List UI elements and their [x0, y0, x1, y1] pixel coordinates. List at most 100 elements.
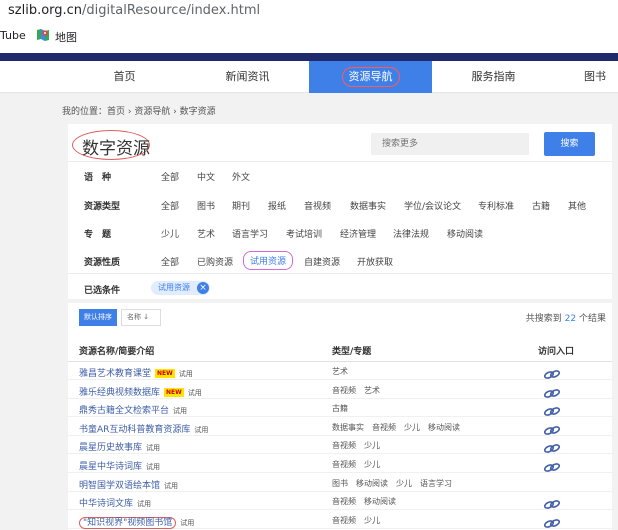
new-badge: NEW [164, 387, 184, 397]
maps-icon [37, 29, 49, 41]
trial-tag: 试用 [194, 425, 209, 434]
trial-tag: 试用 [178, 370, 193, 378]
address-bar[interactable]: szlib.org.cn/digitalResource/index.html [0, 0, 618, 22]
resource-name: 雅乐经典视频数据库 [79, 387, 161, 398]
filter-option[interactable]: 少儿 [161, 227, 179, 240]
filter-option[interactable]: 经济管理 [340, 227, 376, 240]
filter-option[interactable]: 其他 [568, 199, 586, 212]
link-icon[interactable] [543, 402, 561, 417]
filter-option[interactable]: 全部 [161, 255, 179, 268]
filter-option[interactable]: 图书 [197, 199, 215, 212]
resource-name-link[interactable]: 雅昌艺术教育课堂 NEW 试用 [79, 366, 193, 379]
filter-option[interactable]: 音视频 [304, 199, 331, 212]
divider [68, 161, 612, 162]
filter-option[interactable]: 古籍 [532, 199, 550, 212]
resource-type: 数据事实 音视频 少儿 移动阅读 [332, 422, 460, 432]
filter-option[interactable]: 报纸 [268, 199, 286, 212]
search-button[interactable]: 搜索 [544, 132, 595, 156]
resource-type: 音视频 少儿 [332, 441, 380, 451]
resource-type: 音视频 移动阅读 [332, 497, 396, 507]
bookmarks-bar: Tube 地图 [0, 24, 618, 46]
result-count: 共搜索到 22 个结果 [525, 314, 606, 324]
link-icon[interactable] [543, 365, 561, 379]
table-row: 雅乐经典视频数据库 NEW 试用 音视频 艺术 [68, 381, 612, 399]
main-nav: 首页 新闻资讯 资源导航 服务指南 图书 [0, 61, 618, 93]
page-title: 数字资源 [82, 139, 150, 159]
filter-option[interactable]: 外文 [232, 170, 250, 183]
filter-option[interactable]: 移动阅读 [447, 227, 483, 240]
filter-label-language: 语 种 [84, 173, 112, 183]
resource-name: 鼎秀古籍全文检索平台 [79, 406, 170, 417]
table-row: 晨星历史故事库 试用 音视频 少儿 [68, 436, 612, 455]
filter-option[interactable]: 自建资源 [304, 255, 340, 268]
filter-option[interactable]: 期刊 [232, 199, 250, 212]
filter-option[interactable]: 全部 [161, 170, 179, 183]
trial-tag: 试用 [187, 388, 202, 397]
nav-item-books[interactable]: 图书 [555, 61, 618, 93]
trial-tag: 试用 [173, 407, 188, 416]
condition-chip: 试用资源 × [151, 281, 210, 295]
sort-name-button[interactable]: 名称 ↓ [121, 309, 161, 326]
filter-option[interactable]: 法律法规 [393, 227, 429, 240]
resource-type: 艺术 [332, 367, 348, 376]
breadcrumb: 我的位置：首页 › 资源导航 › 数字资源 [62, 107, 216, 117]
filter-option[interactable]: 考试培训 [286, 227, 322, 240]
resource-name-link[interactable]: 书童AR互动科普教育资源库 试用 [79, 422, 208, 435]
table-row: 雅昌艺术教育课堂 NEW 试用 艺术 [68, 362, 612, 380]
resource-type: 音视频 少儿 [332, 460, 380, 469]
filter-label-type: 资源类型 [84, 202, 121, 212]
trial-tag: 试用 [146, 463, 161, 471]
trial-tag: 试用 [137, 500, 152, 509]
divider [68, 273, 612, 274]
nav-item-home[interactable]: 首页 [63, 61, 186, 93]
resource-type: 古籍 [332, 404, 348, 414]
filter-option[interactable]: 学位/会议论文 [404, 199, 461, 212]
sort-default-button[interactable]: 默认排序 [79, 309, 117, 326]
close-icon[interactable]: × [197, 282, 209, 294]
filter-option[interactable]: 专利标准 [478, 199, 514, 212]
nav-item-resources[interactable]: 资源导航 [309, 61, 432, 93]
filter-option[interactable]: 开放获取 [357, 255, 393, 268]
filter-option[interactable]: 全部 [161, 199, 179, 212]
resource-type: 音视频 少儿 [332, 515, 380, 525]
url-text[interactable]: szlib.org.cn/digitalResource/index.html [8, 3, 260, 18]
link-icon[interactable] [543, 421, 561, 435]
link-icon[interactable] [543, 458, 561, 472]
filter-option[interactable]: 已购资源 [197, 255, 233, 268]
table-row: 中华诗词文库 试用 音视频 移动阅读 [68, 492, 612, 511]
column-header-type: 类型/专题 [332, 347, 372, 357]
resource-name-link[interactable]: "知识视界"视频图书馆 试用 [79, 515, 194, 529]
resource-type: 图书 移动阅读 少儿 语言学习 [332, 478, 452, 488]
resource-name: "知识视界"视频图书馆 [79, 516, 177, 529]
resource-name-link[interactable]: 晨星历史故事库 试用 [79, 440, 160, 453]
link-icon[interactable] [543, 495, 561, 510]
resource-name-link[interactable]: 晨星中华诗词库 试用 [79, 459, 160, 472]
filter-option[interactable]: 语言学习 [232, 227, 268, 240]
table-row: 晨星中华诗词库 试用 音视频 少儿 [68, 455, 612, 473]
resource-type: 音视频 艺术 [332, 385, 380, 395]
column-header-name: 资源名称/简要介绍 [79, 347, 155, 357]
bookmark-maps[interactable]: 地图 [55, 29, 77, 45]
table-row: 书童AR互动科普教育资源库 试用 数据事实 音视频 少儿 移动阅读 [68, 418, 612, 436]
link-icon[interactable] [543, 384, 561, 398]
filter-label-nature: 资源性质 [84, 258, 121, 268]
filter-option[interactable]: 中文 [197, 170, 215, 183]
search-input[interactable] [371, 133, 529, 155]
filter-label-topic: 专 题 [84, 230, 112, 240]
filter-option[interactable]: 数据事实 [350, 199, 386, 212]
resource-name-link[interactable]: 雅乐经典视频数据库 NEW 试用 [79, 385, 202, 398]
link-icon[interactable] [543, 439, 561, 454]
resource-name-link[interactable]: 明智国学双语绘本馆 试用 [79, 478, 178, 491]
column-header-access: 访问入口 [538, 347, 575, 357]
filter-option-selected[interactable]: 试用资源 [243, 251, 294, 270]
table-row: "知识视界"视频图书馆 试用 音视频 少儿 [68, 511, 612, 529]
filter-option[interactable]: 艺术 [197, 227, 215, 240]
resource-name-link[interactable]: 鼎秀古籍全文检索平台 试用 [79, 403, 187, 416]
resource-name-link[interactable]: 中华诗词文库 试用 [79, 496, 151, 509]
nav-item-services[interactable]: 服务指南 [432, 61, 555, 93]
trial-tag: 试用 [164, 481, 179, 490]
nav-item-news[interactable]: 新闻资讯 [186, 61, 309, 93]
bookmark-youtube[interactable]: Tube [0, 29, 26, 42]
link-icon[interactable] [543, 514, 561, 528]
site-header-band [0, 53, 618, 61]
